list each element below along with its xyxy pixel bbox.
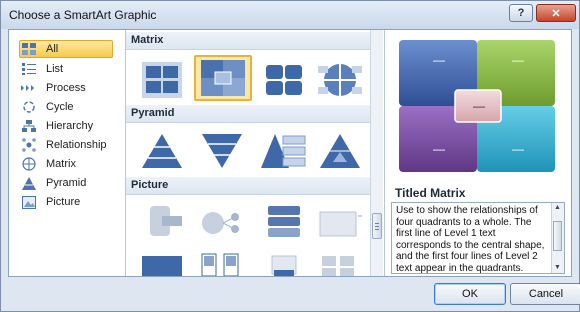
close-button[interactable]: ✕ xyxy=(536,4,576,22)
matrix-icon xyxy=(20,157,38,171)
layout-thumbnail-basic-pyramid[interactable] xyxy=(134,129,190,173)
description-scrollbar-thumb[interactable] xyxy=(553,221,562,251)
layout-thumbnail-picture-7[interactable] xyxy=(256,245,312,276)
section-header-pyramid: Pyramid xyxy=(126,105,370,123)
cancel-button[interactable]: Cancel xyxy=(510,283,580,305)
section-header-picture: Picture xyxy=(126,177,370,195)
relationship-icon xyxy=(20,138,38,152)
category-label: Picture xyxy=(46,196,81,208)
category-label: Cycle xyxy=(46,101,74,113)
center-placeholder: — xyxy=(473,99,485,113)
section-header-matrix: Matrix xyxy=(126,32,370,50)
category-item-cycle[interactable]: Cycle xyxy=(19,98,113,116)
hierarchy-icon xyxy=(20,119,38,133)
scroll-down-icon[interactable]: ▼ xyxy=(554,264,561,271)
picture-icon xyxy=(20,195,38,209)
category-item-process[interactable]: Process xyxy=(19,79,113,97)
layout-thumbnail-grid-matrix[interactable] xyxy=(256,58,312,102)
quadrant-placeholder: — xyxy=(512,53,524,67)
preview-pane: — — — — — Titled Matrix Use to show the … xyxy=(384,30,571,276)
process-icon xyxy=(20,83,38,93)
dialog-body: All List Process Cycle Hierarchy Relatio… xyxy=(8,29,572,277)
category-item-hierarchy[interactable]: Hierarchy xyxy=(19,117,113,135)
category-item-relationship[interactable]: Relationship xyxy=(19,136,113,154)
scroll-up-icon[interactable]: ▲ xyxy=(554,204,561,211)
layout-thumbnail-picture-1[interactable] xyxy=(134,201,190,245)
description-scrollbar[interactable]: ▲ ▼ xyxy=(551,203,564,273)
preview-title: Titled Matrix xyxy=(395,186,466,200)
layout-thumbnail-picture-6[interactable] xyxy=(194,245,250,276)
layout-thumbnail-segmented-pyramid[interactable] xyxy=(312,129,368,173)
quadrant-placeholder: — xyxy=(433,53,445,67)
category-label: Relationship xyxy=(46,139,107,151)
close-icon: ✕ xyxy=(551,7,561,20)
title-bar: Choose a SmartArt Graphic ? ✕ xyxy=(1,1,579,29)
help-icon: ? xyxy=(517,7,525,19)
all-icon xyxy=(20,43,38,55)
quadrant-placeholder: — xyxy=(433,142,445,156)
category-label: Pyramid xyxy=(46,177,87,189)
description-box[interactable]: Use to show the relationships of four qu… xyxy=(391,202,565,274)
category-label: Hierarchy xyxy=(46,120,94,132)
layout-thumbnail-pyramid-list[interactable] xyxy=(256,129,312,173)
gallery-scrollbar-thumb[interactable] xyxy=(372,213,382,239)
layout-thumbnail-picture-5[interactable] xyxy=(134,245,190,276)
layout-thumbnail-cycle-matrix[interactable] xyxy=(312,58,368,102)
layout-gallery: Matrix Pyramid Picture xyxy=(126,30,370,276)
layout-thumbnail-picture-8[interactable] xyxy=(312,245,368,276)
category-label: Matrix xyxy=(46,158,76,170)
layout-thumbnail-picture-3[interactable] xyxy=(256,201,312,245)
category-list: All List Process Cycle Hierarchy Relatio… xyxy=(9,30,126,276)
category-item-matrix[interactable]: Matrix xyxy=(19,155,113,173)
layout-thumbnail-picture-2[interactable] xyxy=(194,201,250,245)
dialog-window: Choose a SmartArt Graphic ? ✕ All List P… xyxy=(0,0,580,312)
layout-thumbnail-picture-4[interactable] xyxy=(312,201,368,245)
category-item-all[interactable]: All xyxy=(19,40,113,58)
layout-thumbnail-titled-matrix[interactable] xyxy=(194,55,252,101)
ok-button[interactable]: OK xyxy=(434,283,506,305)
category-label: Process xyxy=(46,82,86,94)
category-label: All xyxy=(46,43,59,55)
gallery-scrollbar[interactable] xyxy=(370,30,383,276)
help-button[interactable]: ? xyxy=(509,4,533,22)
list-icon xyxy=(20,63,38,75)
titled-matrix-preview: — — — — — xyxy=(399,40,555,172)
layout-thumbnail-inverted-pyramid[interactable] xyxy=(194,129,250,173)
category-item-list[interactable]: List xyxy=(19,60,113,78)
dialog-title: Choose a SmartArt Graphic xyxy=(9,8,157,22)
description-text: Use to show the relationships of four qu… xyxy=(396,205,545,274)
category-item-pyramid[interactable]: Pyramid xyxy=(19,174,113,192)
category-label: List xyxy=(46,63,64,75)
quadrant-placeholder: — xyxy=(512,142,524,156)
pyramid-icon xyxy=(20,176,38,190)
layout-thumbnail-basic-matrix[interactable] xyxy=(134,58,190,102)
category-item-picture[interactable]: Picture xyxy=(19,193,113,211)
cycle-icon xyxy=(20,100,38,114)
